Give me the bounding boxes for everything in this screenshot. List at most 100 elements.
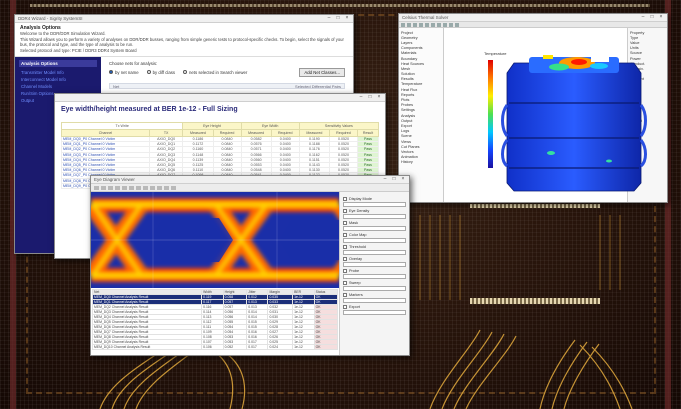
setting-input[interactable]: [343, 286, 406, 291]
checkbox[interactable]: [343, 305, 347, 309]
setting-input[interactable]: [343, 262, 406, 267]
column-header[interactable]: Measured: [240, 129, 272, 137]
toolbar-icon[interactable]: [164, 185, 169, 190]
group-header-eye-height: Eye Height: [182, 122, 242, 130]
minimize-icon[interactable]: –: [358, 95, 364, 100]
column-header[interactable]: Measured: [182, 129, 214, 137]
column-header[interactable]: Required: [328, 129, 358, 137]
checkbox[interactable]: [343, 293, 347, 297]
setting-input[interactable]: [343, 274, 406, 279]
toolbar-icon[interactable]: [425, 22, 429, 27]
net-list-header: Net Selected Differential Pairs: [109, 83, 345, 89]
toolbar-icon[interactable]: [431, 22, 435, 27]
toolbar-icon[interactable]: [101, 185, 106, 190]
eye-diagram-window[interactable]: Eye Diagram Viewer – □ × Net Width Heigh…: [90, 175, 410, 356]
setting-input[interactable]: [343, 298, 406, 303]
option-selected-in-viewer[interactable]: nets selected in Search viewer: [183, 70, 247, 75]
grid-cell: OK: [313, 344, 339, 350]
grid-cell: 0.024: [267, 344, 294, 350]
maximize-icon[interactable]: □: [649, 15, 655, 20]
setting-field: Sweep: [343, 281, 406, 291]
maximize-icon[interactable]: □: [391, 177, 397, 182]
toolbar-icon[interactable]: [136, 185, 141, 190]
minimize-icon[interactable]: –: [382, 177, 388, 182]
sidebar-item-analysis-options[interactable]: Analysis Options: [19, 60, 97, 67]
column-header[interactable]: Required: [212, 129, 242, 137]
minimize-icon[interactable]: –: [326, 16, 332, 21]
eye-density-plot[interactable]: [91, 192, 399, 288]
toolbar-icon[interactable]: [171, 185, 176, 190]
grid-row[interactable]: MEM_DQ10 Channel Analysis Result 0.106 0.0…: [91, 344, 339, 350]
checkbox[interactable]: [343, 197, 347, 201]
eye-settings-panel[interactable]: Display Mode Eye Density Mask Color Map Thre…: [339, 192, 409, 355]
toolbar-icon[interactable]: [407, 22, 411, 27]
close-icon[interactable]: ×: [344, 16, 350, 21]
column-header[interactable]: TX: [148, 129, 184, 137]
radio-icon: [146, 70, 151, 74]
column-header[interactable]: Required: [270, 129, 300, 137]
checkbox[interactable]: [343, 221, 347, 225]
maximize-icon[interactable]: □: [335, 16, 341, 21]
toolbar-icon[interactable]: [449, 22, 453, 27]
checkbox[interactable]: [343, 233, 347, 237]
toolbar-icon[interactable]: [94, 185, 99, 190]
checkbox[interactable]: [343, 245, 347, 249]
eye-results-grid[interactable]: Net Width Height Jitter Margin BER Status MEM_D…: [91, 288, 339, 355]
minimize-icon[interactable]: –: [640, 15, 646, 20]
setting-input[interactable]: [343, 226, 406, 231]
toolbar-icon[interactable]: [419, 22, 423, 27]
option-by-net-name[interactable]: by net name: [109, 70, 139, 75]
option-by-diff-class[interactable]: by diff class: [146, 70, 175, 75]
eyediagram-titlebar[interactable]: Eye Diagram Viewer – □ ×: [91, 176, 409, 184]
thermal-model-render: [501, 55, 647, 192]
setting-input[interactable]: [343, 238, 406, 243]
column-header[interactable]: Result: [356, 129, 380, 137]
column-header[interactable]: Channel: [61, 129, 150, 137]
column-header[interactable]: Measured: [298, 129, 330, 137]
toolbar-icon[interactable]: [143, 185, 148, 190]
toolbar-icon[interactable]: [150, 185, 155, 190]
toolbar-icon[interactable]: [129, 185, 134, 190]
close-icon[interactable]: ×: [400, 177, 406, 182]
toolbar-icon[interactable]: [443, 22, 447, 27]
pcb-pad-row-top: [470, 204, 600, 208]
thermal-solver-window[interactable]: Celsius Thermal Solver – □ × Project Geom…: [398, 13, 668, 203]
checkbox[interactable]: [343, 209, 347, 213]
setting-input[interactable]: [343, 250, 406, 255]
thermal-title: Celsius Thermal Solver: [402, 15, 449, 20]
tree-item[interactable]: History: [401, 160, 441, 165]
toolbar-icon[interactable]: [413, 22, 417, 27]
close-icon[interactable]: ×: [376, 95, 382, 100]
thermal-titlebar[interactable]: Celsius Thermal Solver – □ ×: [399, 14, 667, 22]
toolbar-icon[interactable]: [122, 185, 127, 190]
toolbar-icon[interactable]: [115, 185, 120, 190]
eyetable-titlebar[interactable]: – □ ×: [55, 94, 385, 102]
wizard-titlebar[interactable]: DDR4 Wizard - Sigrity SystemSI – □ ×: [15, 15, 353, 23]
setting-field: Eye Density: [343, 209, 406, 219]
sidebar-item-transmitter[interactable]: Transmitter Model Info: [19, 69, 97, 76]
setting-field: Export: [343, 305, 406, 315]
checkbox[interactable]: [343, 269, 347, 273]
add-net-classes-button[interactable]: Add Net Classes...: [299, 68, 345, 77]
setting-input[interactable]: [343, 310, 406, 315]
checkbox[interactable]: [343, 257, 347, 261]
toolbar-icon[interactable]: [401, 22, 405, 27]
sidebar-item-interconnect[interactable]: Interconnect Model Info: [19, 76, 97, 83]
toolbar-icon[interactable]: [108, 185, 113, 190]
setting-label: Overlay: [349, 257, 363, 261]
sidebar-item-channel-models[interactable]: Channel Models: [19, 83, 97, 90]
setting-label: Mask: [349, 221, 359, 225]
3d-viewport[interactable]: Temperature: [444, 28, 647, 202]
setting-label: Markers: [349, 293, 363, 297]
toolbar-icon[interactable]: [157, 185, 162, 190]
toolbar-icon[interactable]: [437, 22, 441, 27]
setting-input[interactable]: [343, 202, 406, 207]
eye-diagram-svg: [91, 192, 399, 288]
close-icon[interactable]: ×: [658, 15, 664, 20]
toolbar-icon[interactable]: [455, 22, 459, 27]
setting-input[interactable]: [343, 214, 406, 219]
setting-label: Display Mode: [349, 197, 373, 201]
radio-selected-icon: [109, 70, 113, 74]
maximize-icon[interactable]: □: [367, 95, 373, 100]
checkbox[interactable]: [343, 281, 347, 285]
